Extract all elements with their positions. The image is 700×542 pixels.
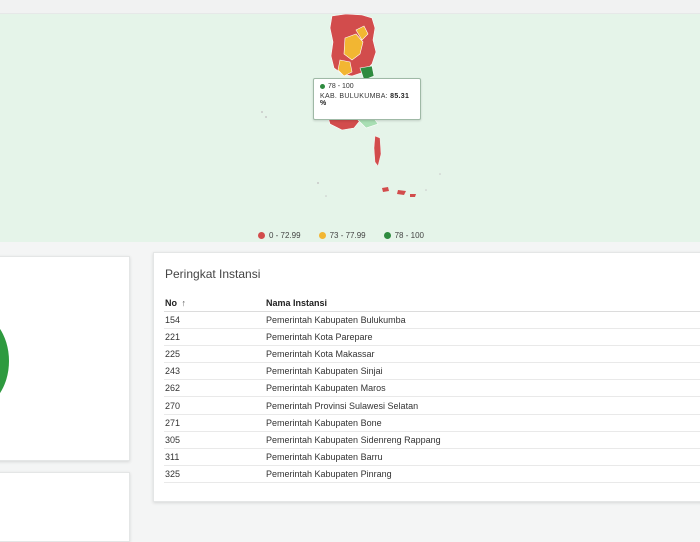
row-institution-name: Pemerintah Kota Makassar — [266, 345, 700, 364]
column-header-no-label: No — [165, 297, 177, 308]
legend-label-mid: 73 - 77.99 — [329, 231, 366, 240]
row-no: 154 — [164, 311, 266, 329]
row-no: 225 — [164, 345, 266, 364]
ranking-card: Peringkat Instansi No ↑ Nama Instansi 15… — [153, 252, 700, 502]
tooltip-range: 78 - 100 — [328, 83, 354, 90]
row-institution-name: Pemerintah Kabupaten Bone — [266, 414, 700, 432]
row-no: 305 — [164, 431, 266, 450]
row-no: 243 — [164, 362, 266, 381]
map-island-2[interactable] — [397, 190, 406, 195]
sort-ascending-icon[interactable]: ↑ — [182, 298, 187, 308]
table-row[interactable]: 221 Pemerintah Kota Parepare — [164, 328, 700, 346]
row-no: 271 — [164, 414, 266, 432]
table-row[interactable]: 243 Pemerintah Kabupaten Sinjai — [164, 362, 700, 381]
legend-label-high: 78 - 100 — [394, 231, 424, 240]
map-region-selayar[interactable] — [373, 135, 382, 167]
score-gauge — [0, 313, 9, 409]
row-institution-name: Pemerintah Provinsi Sulawesi Selatan — [266, 396, 700, 415]
row-no: 221 — [164, 328, 266, 346]
tooltip-color-dot — [320, 84, 325, 89]
table-row[interactable]: 225 Pemerintah Kota Makassar — [164, 345, 700, 364]
row-institution-name: Pemerintah Kota Parepare — [266, 328, 700, 346]
legend-label-low: 0 - 72.99 — [269, 231, 301, 240]
table-row[interactable]: 270 Pemerintah Provinsi Sulawesi Selatan — [164, 396, 700, 415]
map-island-3[interactable] — [410, 194, 416, 197]
ranking-table: No ↑ Nama Instansi 154 Pemerintah Kabupat… — [164, 295, 700, 484]
legend-dot-mid — [318, 232, 326, 239]
column-header-no[interactable]: No ↑ — [164, 295, 266, 312]
column-header-name[interactable]: Nama Instansi — [266, 295, 700, 312]
map-island-1[interactable] — [382, 187, 389, 192]
secondary-card — [0, 472, 130, 542]
row-institution-name: Pemerintah Kabupaten Pinrang — [266, 465, 700, 484]
ranking-title: Peringkat Instansi — [165, 267, 261, 281]
table-row[interactable]: 311 Pemerintah Kabupaten Barru — [164, 448, 700, 467]
row-institution-name: Pemerintah Kabupaten Sidenreng Rappang — [266, 431, 700, 450]
row-no: 270 — [164, 396, 266, 415]
map-island-dot-6 — [439, 173, 441, 175]
map-tooltip: 78 - 100 KAB. BULUKUMBA: 85.31 % — [313, 78, 421, 120]
choropleth-map-panel: 78 - 100 KAB. BULUKUMBA: 85.31 % 0 - 72.… — [0, 14, 700, 242]
score-gauge-card — [0, 256, 130, 461]
map-island-dot-1 — [261, 111, 263, 113]
map-legend: 0 - 72.99 73 - 77.99 78 - 100 — [258, 231, 424, 240]
top-bar — [0, 0, 700, 14]
table-row[interactable]: 271 Pemerintah Kabupaten Bone — [164, 414, 700, 432]
table-row[interactable]: 305 Pemerintah Kabupaten Sidenreng Rappan… — [164, 431, 700, 450]
row-institution-name: Pemerintah Kabupaten Sinjai — [266, 362, 700, 381]
row-no: 325 — [164, 465, 266, 484]
province-map — [261, 14, 441, 197]
row-no: 262 — [164, 379, 266, 398]
table-row[interactable]: 325 Pemerintah Kabupaten Pinrang — [164, 465, 700, 484]
ranking-table-body: 154 Pemerintah Kabupaten Bulukumba 221 Peme… — [164, 311, 700, 484]
row-institution-name: Pemerintah Kabupaten Bulukumba — [266, 311, 700, 329]
legend-item-mid[interactable]: 73 - 77.99 — [318, 231, 366, 240]
legend-item-low[interactable]: 0 - 72.99 — [258, 231, 301, 240]
ranking-header-row: No ↑ Nama Instansi — [164, 295, 700, 312]
map-island-dot-3 — [317, 182, 319, 184]
legend-dot-low — [258, 232, 265, 239]
row-no: 311 — [164, 448, 266, 467]
row-institution-name: Pemerintah Kabupaten Maros — [266, 379, 700, 398]
map-island-dot-4 — [325, 195, 327, 197]
legend-item-high[interactable]: 78 - 100 — [383, 231, 424, 240]
table-row[interactable]: 262 Pemerintah Kabupaten Maros — [164, 379, 700, 398]
table-row[interactable]: 154 Pemerintah Kabupaten Bulukumba — [164, 311, 700, 329]
tooltip-region: KAB. BULUKUMBA: — [320, 93, 388, 100]
legend-dot-high — [383, 232, 391, 239]
map-island-dot-2 — [265, 116, 267, 118]
row-institution-name: Pemerintah Kabupaten Barru — [266, 448, 700, 467]
map-island-dot-5 — [425, 189, 427, 191]
